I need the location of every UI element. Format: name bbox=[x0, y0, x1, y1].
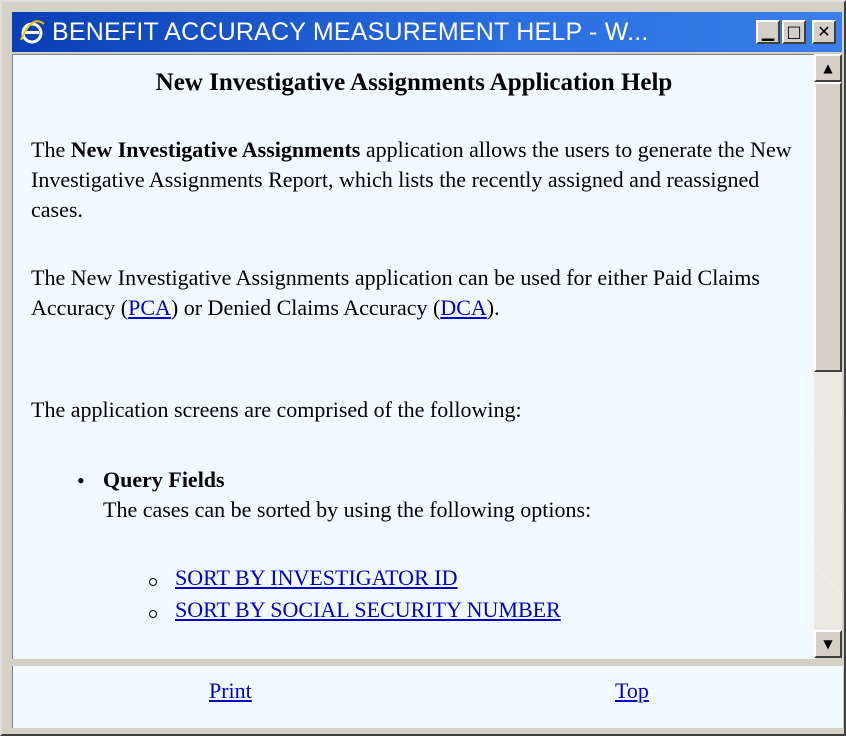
scroll-up-button[interactable]: ▲ bbox=[814, 54, 842, 82]
query-fields-title: Query Fields bbox=[103, 467, 225, 492]
close-icon: ✕ bbox=[817, 22, 831, 41]
bullet-dot-icon: • bbox=[77, 468, 85, 493]
accuracy-paragraph: The New Investigative Assignments applic… bbox=[31, 263, 801, 323]
help-content[interactable]: New Investigative Assignments Applicatio… bbox=[12, 54, 815, 659]
print-link[interactable]: Print bbox=[209, 678, 252, 704]
vertical-scrollbar[interactable]: ▲ ▼ bbox=[814, 54, 842, 658]
maximize-icon: □ bbox=[786, 22, 802, 41]
window-title: BENEFIT ACCURACY MEASUREMENT HELP - W... bbox=[52, 18, 649, 46]
ie-browser-icon bbox=[20, 20, 45, 44]
pca-link[interactable]: PCA bbox=[128, 295, 171, 320]
help-window: BENEFIT ACCURACY MEASUREMENT HELP - W...… bbox=[0, 0, 846, 736]
app-name: New Investigative Assignments bbox=[70, 137, 361, 162]
scrollbar-thumb[interactable] bbox=[814, 82, 842, 372]
screens-paragraph: The application screens are comprised of… bbox=[31, 397, 522, 422]
accuracy-text-b: ) or Denied Claims Accuracy ( bbox=[170, 295, 441, 320]
top-link[interactable]: Top bbox=[615, 678, 649, 704]
scroll-down-arrow-icon: ▼ bbox=[823, 637, 833, 651]
close-button[interactable]: ✕ bbox=[812, 20, 836, 44]
accuracy-text-c: ). bbox=[486, 295, 500, 320]
circle-bullet-icon bbox=[149, 610, 157, 618]
help-heading: New Investigative Assignments Applicatio… bbox=[155, 69, 673, 96]
intro-paragraph: The New Investigative Assignments applic… bbox=[31, 135, 801, 225]
query-fields-item: Query Fields The cases can be sorted by u… bbox=[103, 465, 793, 525]
help-footer: Print Top bbox=[12, 666, 843, 728]
maximize-button[interactable]: □ bbox=[782, 20, 806, 44]
query-fields-description: The cases can be sorted by using the fol… bbox=[103, 497, 592, 522]
sort-by-investigator-link[interactable]: SORT BY INVESTIGATOR ID bbox=[175, 563, 775, 593]
title-bar[interactable]: BENEFIT ACCURACY MEASUREMENT HELP - W...… bbox=[12, 12, 842, 52]
intro-prefix: The bbox=[31, 137, 71, 162]
minimize-icon: ▁ bbox=[761, 22, 775, 41]
dca-link[interactable]: DCA bbox=[440, 295, 486, 320]
scroll-down-button[interactable]: ▼ bbox=[814, 630, 842, 658]
minimize-button[interactable]: ▁ bbox=[756, 20, 780, 44]
circle-bullet-icon bbox=[149, 578, 157, 586]
scroll-up-arrow-icon: ▲ bbox=[823, 61, 833, 75]
sort-by-ssn-link[interactable]: SORT BY SOCIAL SECURITY NUMBER bbox=[175, 595, 775, 625]
